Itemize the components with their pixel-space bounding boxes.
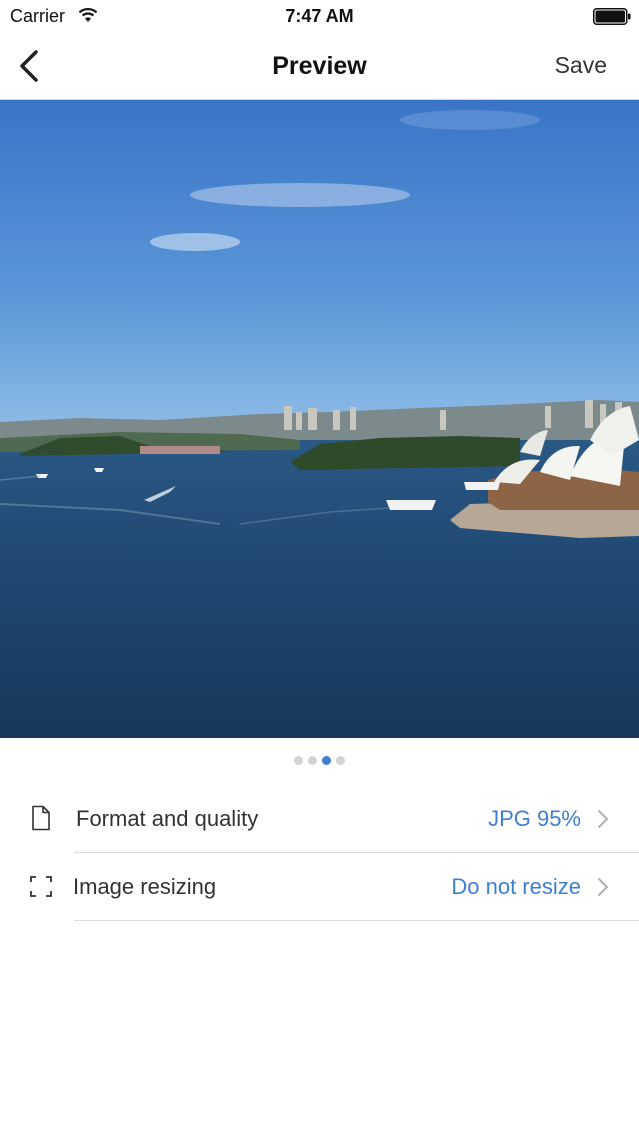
file-icon [32, 805, 50, 831]
back-button[interactable] [10, 46, 50, 88]
navigation-bar: Preview Save [0, 34, 639, 100]
page-dot[interactable] [308, 756, 317, 765]
format-quality-value: JPG 95% [488, 806, 581, 831]
status-time: 7:47 AM [285, 6, 354, 26]
page-dot[interactable] [336, 756, 345, 765]
page-dot-active[interactable] [322, 756, 331, 765]
chevron-right-icon [598, 878, 608, 896]
resize-frame-icon [30, 876, 52, 897]
save-button[interactable]: Save [555, 52, 607, 79]
image-resizing-row[interactable]: Image resizing Do not resize [0, 853, 639, 921]
page-indicator[interactable] [0, 756, 639, 766]
format-quality-label: Format and quality [76, 806, 259, 831]
chevron-left-icon [20, 50, 38, 82]
chevron-right-icon [598, 810, 608, 828]
row-divider [74, 920, 639, 921]
preview-photo[interactable] [0, 100, 639, 738]
status-bar: Carrier 7:47 AM [0, 0, 639, 34]
battery-icon [593, 8, 631, 25]
page-dot[interactable] [294, 756, 303, 765]
format-quality-row[interactable]: Format and quality JPG 95% [0, 785, 639, 853]
page-title: Preview [272, 52, 367, 80]
image-resizing-value: Do not resize [451, 874, 581, 899]
image-resizing-label: Image resizing [73, 874, 217, 899]
